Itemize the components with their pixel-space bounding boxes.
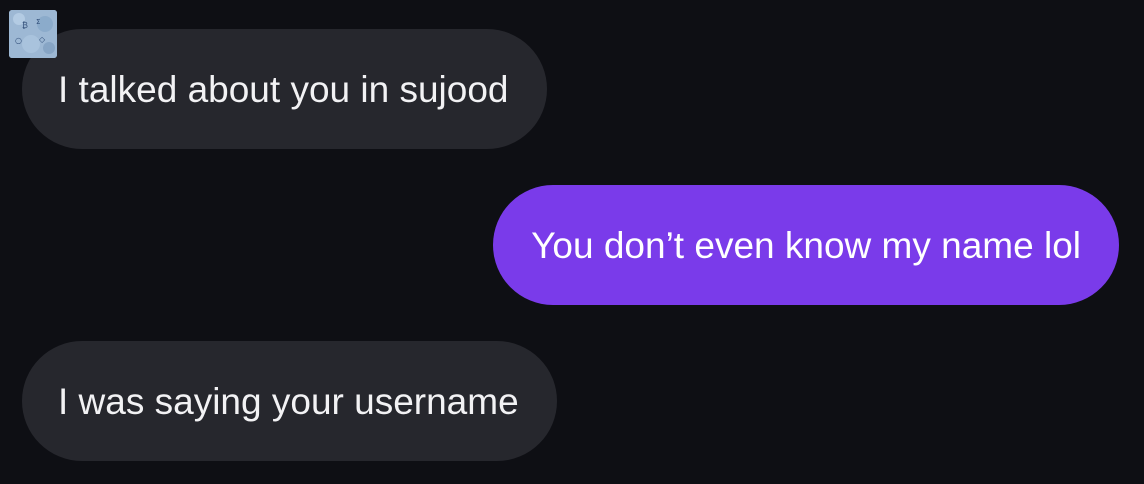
svg-text:₿: ₿ [22,21,28,30]
svg-text:◇: ◇ [39,35,46,44]
message-text: You don’t even know my name lol [531,224,1081,266]
svg-text:○: ○ [15,36,22,45]
chat-thread: ₿ Σ ○ ◇ I talked about you in sujood You… [0,0,1144,484]
contact-avatar-icon[interactable]: ₿ Σ ○ ◇ [9,10,57,58]
svg-text:Σ: Σ [36,18,40,26]
incoming-message-bubble[interactable]: I talked about you in sujood [22,29,547,149]
message-text: I was saying your username [58,380,519,422]
message-text: I talked about you in sujood [58,68,509,110]
outgoing-message-bubble[interactable]: You don’t even know my name lol [493,185,1119,305]
incoming-message-bubble[interactable]: I was saying your username [22,341,557,461]
avatar-image-icon: ₿ Σ ○ ◇ [9,10,57,58]
